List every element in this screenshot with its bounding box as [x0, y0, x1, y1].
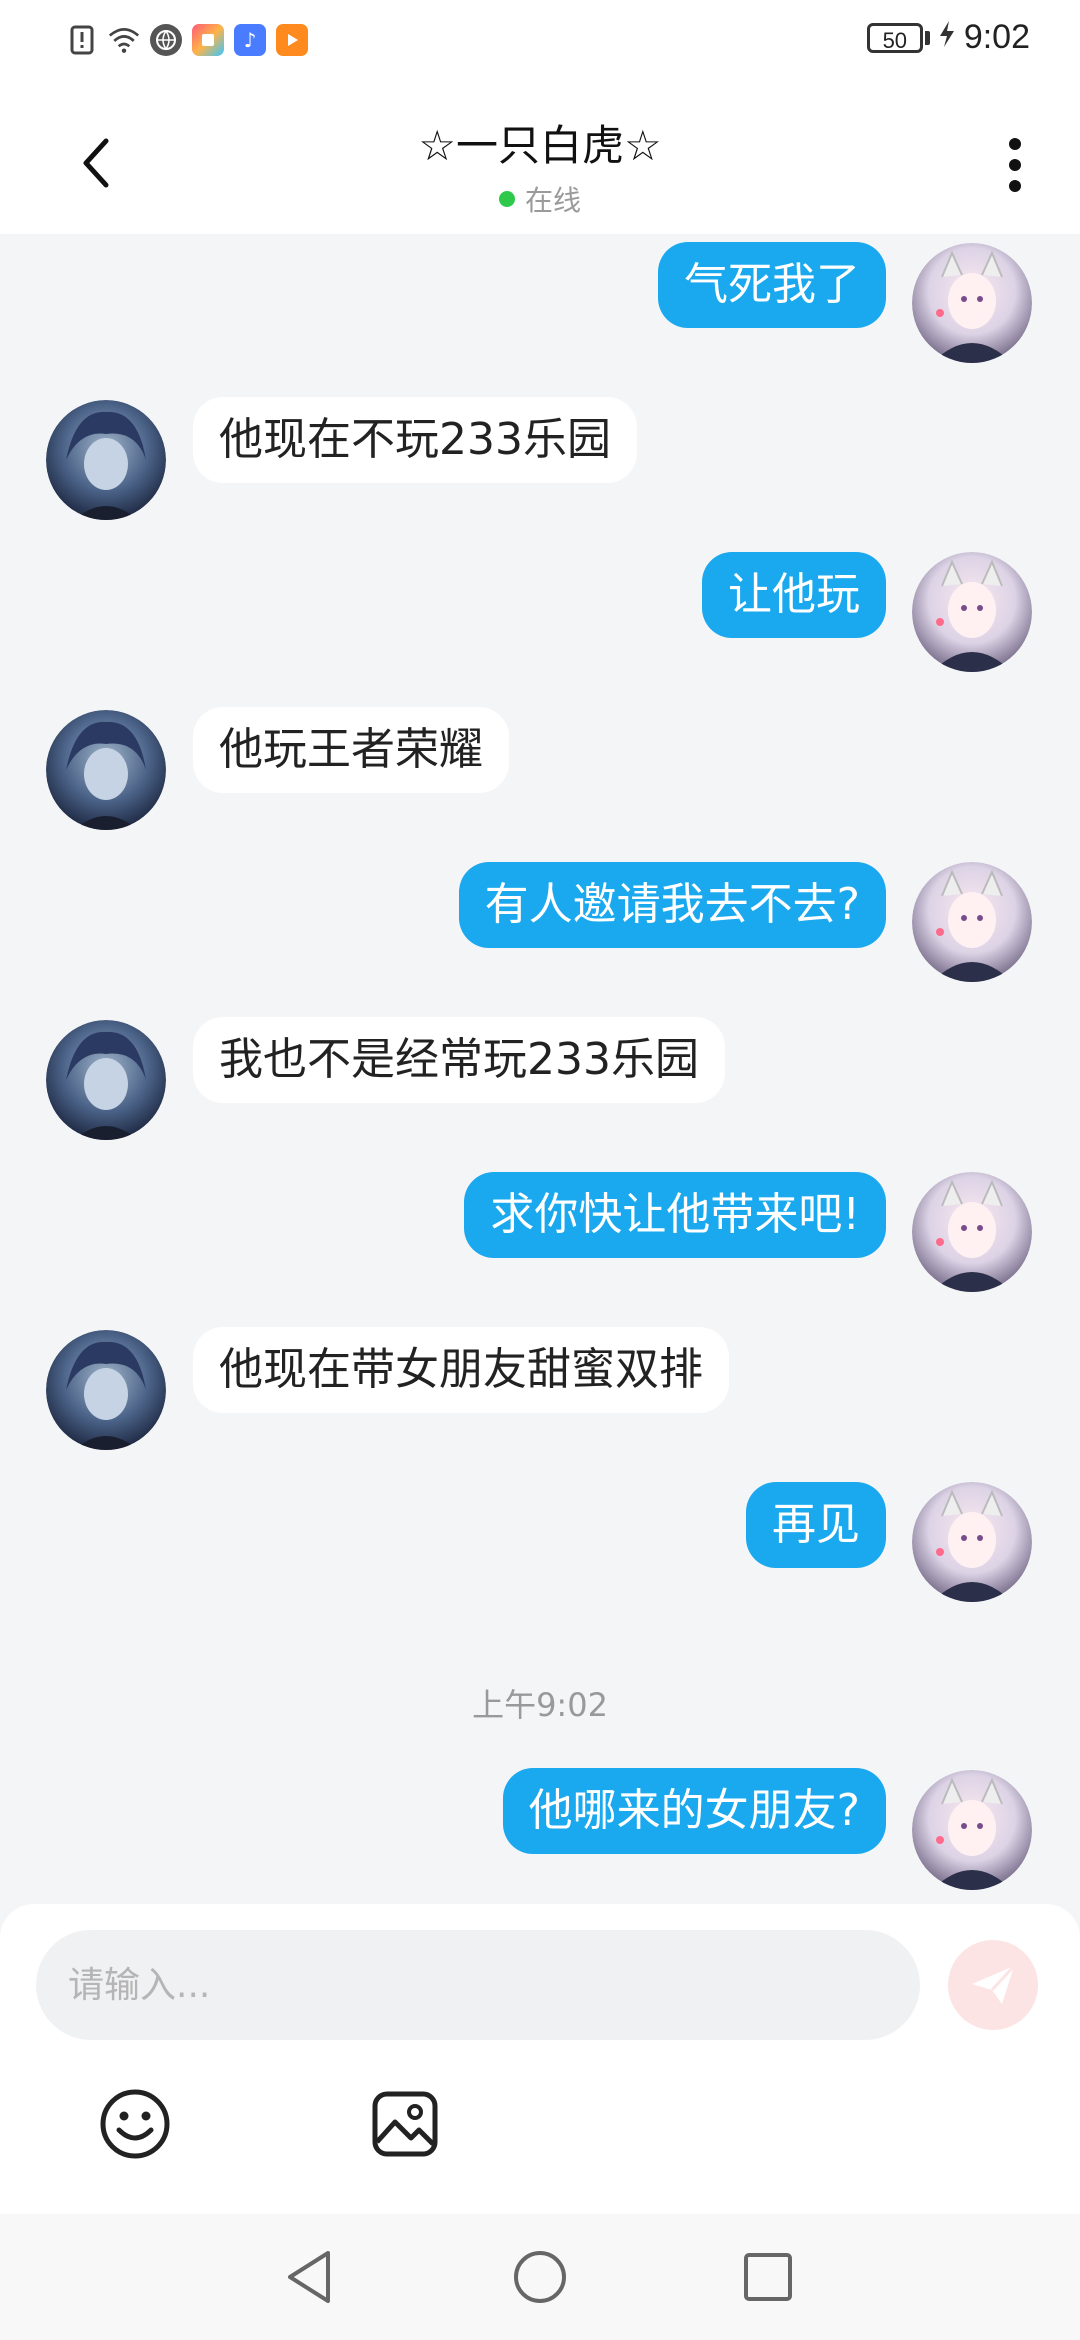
- send-button[interactable]: [948, 1940, 1038, 2030]
- wifi-icon: [108, 24, 140, 56]
- charging-icon: [938, 20, 956, 55]
- music-icon: ♪: [234, 24, 266, 56]
- image-icon: [372, 2091, 438, 2157]
- more-options-button[interactable]: [990, 130, 1040, 200]
- battery-indicator: 50: [866, 22, 923, 53]
- send-icon: [972, 1964, 1016, 2004]
- contact-avatar[interactable]: [46, 1330, 166, 1450]
- clock: 9:02: [963, 18, 1030, 56]
- my-avatar[interactable]: [912, 552, 1032, 672]
- message-composer: [0, 1904, 1080, 2214]
- message-list[interactable]: 气死我了 他现在不玩233乐园 让他玩 他玩王者荣耀 有人邀请我去不去? 我也不…: [0, 234, 1080, 1904]
- emoji-button[interactable]: [95, 2084, 175, 2164]
- outgoing-message-bubble[interactable]: 再见: [746, 1482, 886, 1568]
- status-bar: ♪ 50 9:02: [0, 0, 1080, 90]
- contact-avatar[interactable]: [46, 710, 166, 830]
- image-button[interactable]: [365, 2084, 445, 2164]
- outgoing-message-bubble[interactable]: 气死我了: [658, 242, 886, 328]
- square-recents-icon: [744, 2253, 792, 2301]
- nav-back-button[interactable]: [274, 2242, 344, 2312]
- contact-info[interactable]: ☆一只白虎☆ 在线: [240, 112, 840, 219]
- incoming-message-bubble[interactable]: 他玩王者荣耀: [193, 707, 509, 793]
- circle-home-icon: [514, 2251, 566, 2303]
- outgoing-message-bubble[interactable]: 他哪来的女朋友?: [502, 1768, 886, 1854]
- chevron-left-icon: [83, 138, 109, 188]
- browser-app-icon: [150, 24, 182, 56]
- contact-avatar[interactable]: [46, 1020, 166, 1140]
- app-store-icon: [192, 24, 224, 56]
- presence-label: 在线: [524, 184, 581, 217]
- presence-status: 在线: [240, 179, 840, 219]
- message-input[interactable]: [36, 1930, 920, 2040]
- contact-avatar[interactable]: [46, 400, 166, 520]
- more-vertical-icon: [1009, 138, 1021, 192]
- status-right: 50 9:02: [866, 18, 1030, 57]
- emoji-icon: [100, 2089, 170, 2159]
- contact-name: ☆一只白虎☆: [418, 121, 662, 170]
- nav-recents-button[interactable]: [733, 2242, 803, 2312]
- incoming-message-bubble[interactable]: 他现在不玩233乐园: [193, 397, 637, 483]
- online-dot-icon: [498, 191, 515, 207]
- incoming-message-bubble[interactable]: 他现在带女朋友甜蜜双排: [193, 1327, 729, 1413]
- my-avatar[interactable]: [912, 1172, 1032, 1292]
- video-app-icon: [276, 24, 308, 56]
- incoming-message-bubble[interactable]: 我也不是经常玩233乐园: [193, 1017, 725, 1103]
- triangle-back-icon: [288, 2251, 330, 2303]
- my-avatar[interactable]: [912, 1770, 1032, 1890]
- chat-header: ☆一只白虎☆ 在线: [0, 90, 1080, 234]
- system-nav-bar: [0, 2214, 1080, 2340]
- nav-home-button[interactable]: [505, 2242, 575, 2312]
- my-avatar[interactable]: [912, 1482, 1032, 1602]
- notification-icons: ♪: [66, 24, 308, 56]
- my-avatar[interactable]: [912, 862, 1032, 982]
- message-timestamp: 上午9:02: [472, 1686, 608, 1724]
- alert-icon: [66, 24, 98, 56]
- battery-cap: [924, 30, 930, 45]
- back-button[interactable]: [60, 128, 130, 198]
- outgoing-message-bubble[interactable]: 有人邀请我去不去?: [458, 862, 886, 948]
- outgoing-message-bubble[interactable]: 让他玩: [702, 552, 886, 638]
- outgoing-message-bubble[interactable]: 求你快让他带来吧!: [464, 1172, 886, 1258]
- my-avatar[interactable]: [912, 243, 1032, 363]
